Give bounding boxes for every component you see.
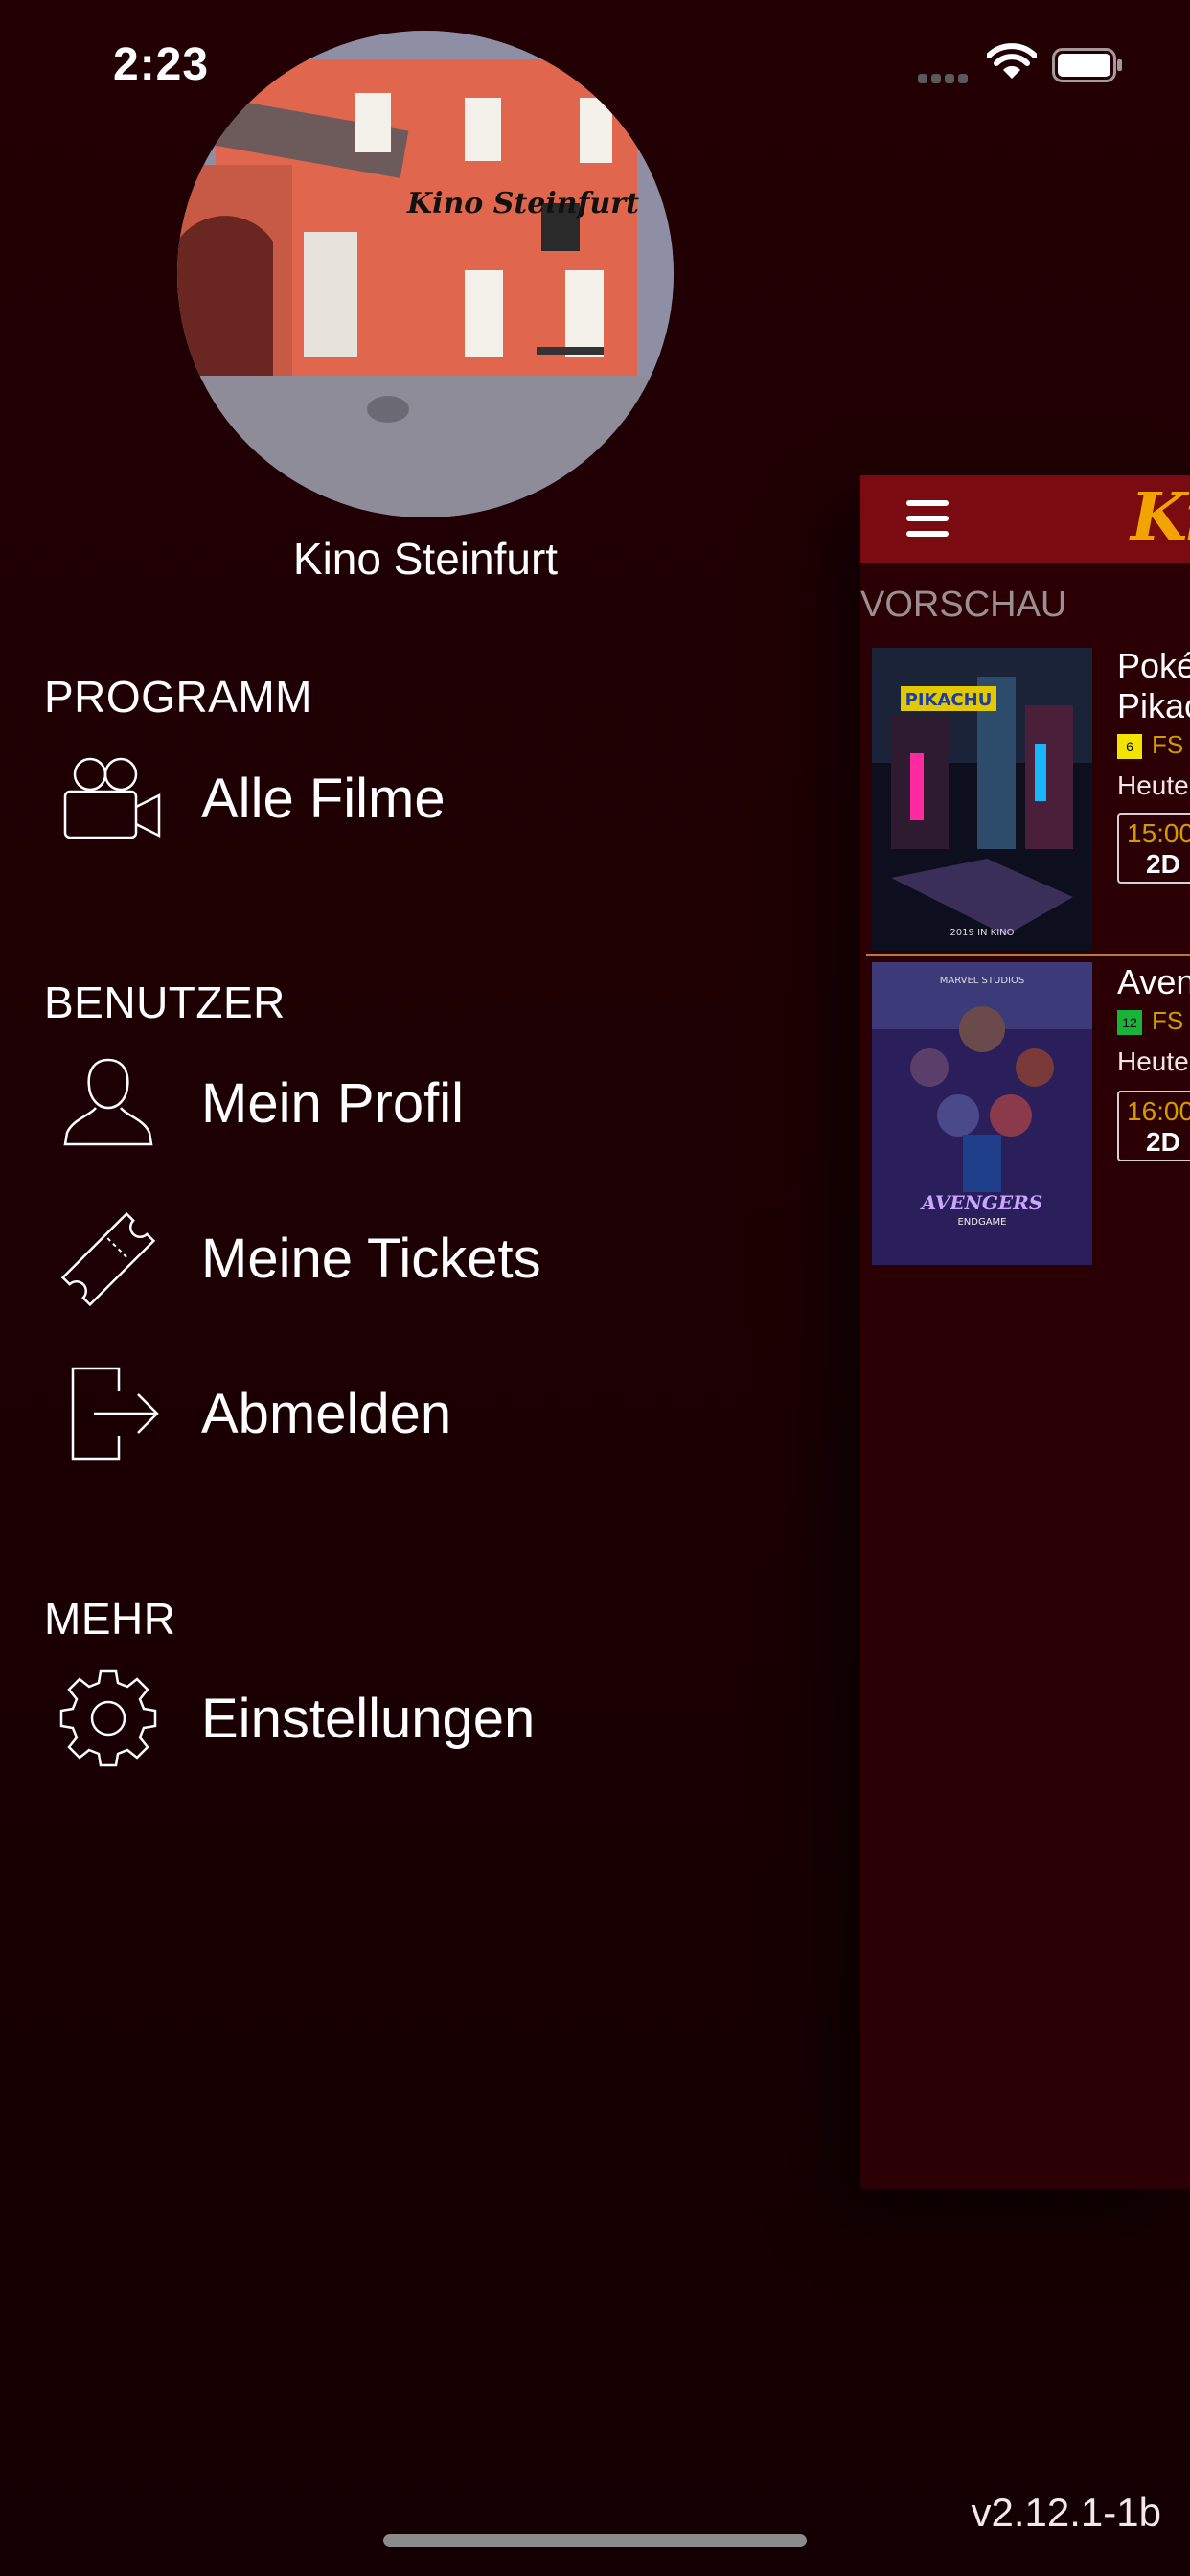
- menu-item-einstellungen[interactable]: Einstellungen: [42, 1660, 809, 1775]
- ticket-icon: [60, 1211, 156, 1307]
- fsk-text: FS: [1152, 730, 1184, 759]
- film-title-line[interactable]: Aven: [1117, 962, 1190, 1002]
- menu-item-mein-profil[interactable]: Mein Profil: [42, 1045, 809, 1160]
- building-sign-text: Kino Steinfurt: [406, 187, 639, 220]
- menu-item-label: Abmelden: [201, 1383, 452, 1445]
- day-label: Heute: [1117, 770, 1189, 800]
- showtime-button[interactable]: 16:00 2D: [1117, 1091, 1190, 1162]
- day-label: Heute: [1117, 1046, 1189, 1076]
- section-programm: PROGRAMM: [44, 672, 312, 722]
- fsk-badge: 6: [1117, 734, 1142, 760]
- venue-avatar: Kino Steinfurt: [177, 31, 674, 518]
- film-divider: [866, 954, 1190, 956]
- showtime-format: 2D: [1146, 1127, 1180, 1157]
- fsk-rating: 6 FS: [1117, 730, 1183, 760]
- poster-caption: 2019 IN KINO: [950, 928, 1014, 938]
- fsk-text: FS: [1152, 1006, 1184, 1035]
- film-title-line[interactable]: Pikac: [1117, 686, 1190, 726]
- hamburger-menu-icon[interactable]: [906, 500, 949, 539]
- logout-icon: [71, 1367, 159, 1460]
- status-time: 2:23: [113, 39, 210, 90]
- fsk-rating: 12 FS: [1117, 1006, 1183, 1036]
- film-poster-pikachu[interactable]: PIKACHU 2019 IN KINO: [872, 648, 1092, 951]
- main-view-panel[interactable]: Kin VORSCHAU PIKACHU 2019 IN KINO Poké P…: [860, 475, 1190, 2189]
- user-icon: [63, 1058, 153, 1146]
- kino-logo: Kin: [1131, 479, 1190, 556]
- gear-icon: [59, 1669, 157, 1767]
- menu-item-label: Einstellungen: [201, 1688, 536, 1750]
- showtime-time: 16:00: [1127, 1096, 1190, 1126]
- section-mehr: MEHR: [44, 1594, 176, 1644]
- section-vorschau: VORSCHAU: [860, 585, 1067, 625]
- cellular-signal-icon: [918, 71, 975, 83]
- poster-subtitle: ENDGAME: [957, 1217, 1006, 1228]
- menu-item-abmelden[interactable]: Abmelden: [42, 1355, 809, 1470]
- menu-item-label: Meine Tickets: [201, 1228, 541, 1290]
- fsk-badge: 12: [1117, 1010, 1142, 1036]
- film-poster-avengers[interactable]: MARVEL STUDIOS AVENGERS ENDGAME: [872, 962, 1092, 1265]
- poster-studio: MARVEL STUDIOS: [940, 976, 1024, 986]
- video-camera-icon: [63, 757, 161, 840]
- menu-item-meine-tickets[interactable]: Meine Tickets: [42, 1200, 809, 1315]
- showtime-format: 2D: [1146, 849, 1180, 879]
- menu-item-label: Mein Profil: [201, 1072, 464, 1135]
- showtime-time: 15:00: [1127, 818, 1190, 848]
- poster-title: PIKACHU: [905, 690, 993, 710]
- home-indicator[interactable]: [383, 2534, 807, 2547]
- main-header: Kin: [860, 475, 1190, 564]
- menu-item-label: Alle Filme: [201, 768, 446, 830]
- menu-item-alle-filme[interactable]: Alle Filme: [42, 740, 809, 855]
- section-benutzer: BENUTZER: [44, 978, 286, 1027]
- app-version: v2.12.1-1b: [971, 2490, 1161, 2535]
- poster-title: AVENGERS: [920, 1191, 1043, 1214]
- battery-icon: [1052, 48, 1122, 82]
- wifi-icon: [987, 43, 1037, 79]
- venue-name: Kino Steinfurt: [292, 534, 559, 584]
- film-title-line[interactable]: Poké: [1117, 646, 1190, 686]
- showtime-button[interactable]: 15:00 2D: [1117, 813, 1190, 884]
